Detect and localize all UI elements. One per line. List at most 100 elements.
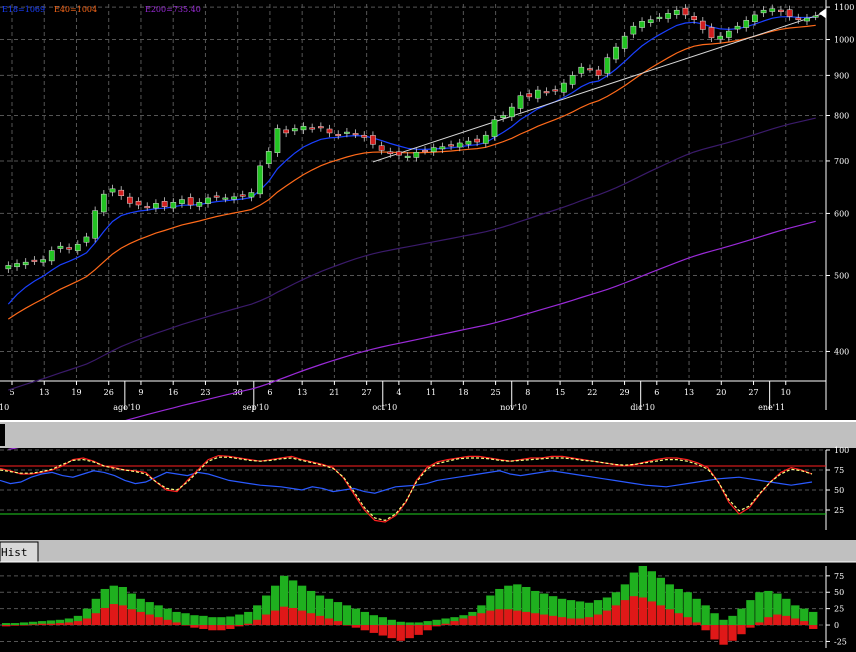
hist-bar-green	[423, 621, 432, 626]
price-x-tick-label: 15	[555, 388, 565, 397]
price-x-tick-label: 21	[329, 388, 339, 397]
candle-body	[691, 16, 697, 20]
hist-bar-red	[315, 615, 325, 626]
hist-bar-red	[611, 605, 621, 626]
hist-bar-green	[719, 619, 728, 626]
candle-body	[74, 244, 81, 251]
candle-body	[708, 27, 715, 39]
hist-bar-green	[342, 605, 352, 626]
hist-bar-red	[244, 623, 253, 626]
ema-purple-line	[8, 220, 816, 451]
hist-y-tick-label: -25	[834, 637, 847, 646]
hist-bar-red	[145, 614, 154, 626]
price-x-tick-label: 27	[362, 388, 372, 397]
candle-body	[5, 265, 12, 270]
hist-bar-red	[181, 625, 190, 626]
hist-bar-red	[665, 609, 674, 626]
candle-body	[569, 75, 576, 85]
candle-body	[630, 25, 637, 35]
candle-body	[656, 16, 663, 19]
hist-bar-red	[208, 625, 217, 631]
candle-body	[83, 236, 90, 243]
candle-body	[482, 134, 489, 144]
hist-bar-red	[369, 625, 379, 633]
candle-body	[300, 126, 307, 131]
hist-bar-red	[692, 622, 701, 626]
hist-bar-red	[674, 613, 683, 626]
price-x-tick-label: 22	[587, 388, 597, 397]
hist-bar-red	[190, 625, 199, 628]
candle-body	[665, 13, 671, 19]
hist-bar-red	[360, 625, 370, 631]
hist-y-tick-label: 0	[834, 621, 839, 630]
hist-bar-red	[710, 625, 719, 640]
candle-body	[213, 195, 220, 198]
separator-tab-edge	[0, 424, 5, 446]
candle-body	[40, 259, 46, 263]
hist-bar-green	[728, 615, 737, 626]
hist-bar-red	[656, 605, 665, 626]
price-x-tick-label: 4	[396, 388, 401, 397]
hist-bar-green	[199, 615, 208, 626]
hist-bar-green	[414, 622, 423, 626]
last-price-marker-icon	[819, 8, 826, 19]
hist-bar-red	[288, 607, 298, 626]
hist-bar-red	[64, 622, 74, 626]
hist-bar-red	[342, 625, 352, 626]
hist-bar-red	[109, 604, 118, 626]
candle-body	[682, 7, 689, 16]
candle-body	[344, 131, 350, 134]
chart-canvas: 400500600700800900100011005 13 19 26 9 16 23 30…	[0, 0, 856, 648]
candle-body	[786, 9, 793, 17]
hist-bar-red	[271, 610, 280, 626]
hist-bar-red	[432, 625, 441, 627]
hist-bar-red	[701, 625, 710, 631]
candle-body	[118, 189, 125, 196]
hist-y-tick-label: 50	[834, 588, 844, 597]
candle-body	[205, 197, 211, 204]
stoch-y-tick-label: 50	[834, 486, 844, 495]
hist-bar-red	[279, 606, 289, 626]
hist-bar-red	[10, 625, 20, 626]
candle-body	[326, 128, 333, 134]
hist-bar-red	[504, 609, 513, 626]
hist-bar-green	[217, 617, 226, 626]
hist-bar-red	[37, 623, 47, 626]
hist-bar-green	[226, 616, 235, 626]
month-label: ene'11	[758, 403, 785, 412]
hist-bar-green	[190, 615, 199, 626]
candle-body	[309, 127, 316, 130]
hist-bar-green	[181, 613, 190, 626]
hist-bar-green	[405, 622, 414, 626]
month-label: nov'10	[500, 403, 527, 412]
legend: E18=1069 E40=1004 E200=735.40	[2, 5, 201, 14]
candle-body	[587, 68, 593, 71]
candle-body	[491, 119, 498, 137]
hist-bar-red	[262, 614, 271, 626]
candle-body	[317, 126, 324, 129]
candle-body	[647, 19, 654, 23]
hist-bar-red	[593, 614, 603, 626]
candle-body	[812, 15, 819, 18]
hist-bar-red	[531, 613, 540, 626]
candle-body	[257, 165, 263, 195]
hist-bar-red	[423, 625, 432, 631]
candle-body	[578, 66, 585, 74]
candle-body	[699, 20, 706, 30]
hist-bar-red	[405, 625, 414, 639]
candle-body	[396, 151, 402, 156]
panel-separator[interactable]	[0, 420, 856, 448]
hist-bar-red	[414, 625, 423, 635]
hist-bar-red	[55, 623, 65, 626]
hist-bar-red	[566, 618, 576, 626]
candle-body	[370, 135, 376, 145]
hist-bar-red	[118, 605, 127, 626]
candle-body	[265, 151, 272, 165]
hist-header-bar	[0, 540, 856, 562]
price-y-tick-label: 800	[834, 111, 849, 120]
month-label: sep'10	[243, 403, 269, 412]
hist-bar-red	[468, 615, 477, 626]
candle-body	[804, 17, 810, 22]
hist-panel-header[interactable]: Hist	[0, 540, 856, 563]
candle-body	[352, 133, 359, 136]
